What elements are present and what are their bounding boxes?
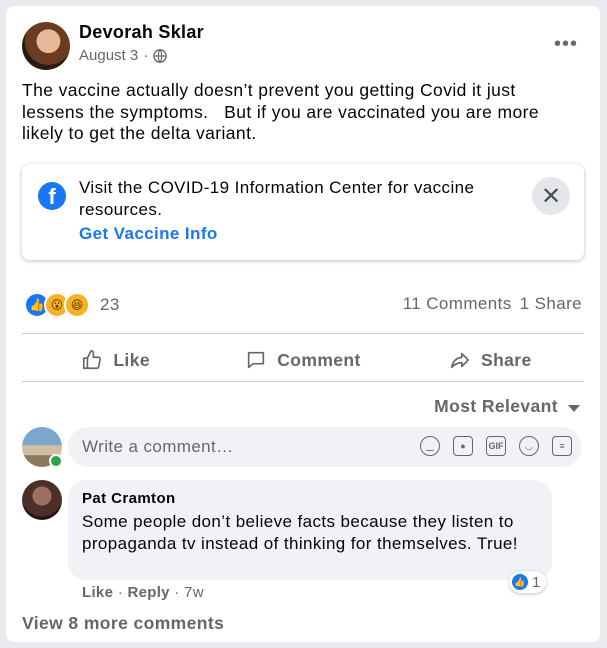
haha-reaction-icon: 😆 bbox=[64, 292, 90, 318]
action-bar: Like Comment Share bbox=[22, 340, 584, 380]
post-meta: August 3 · bbox=[79, 47, 168, 64]
composer-tools: ‿ ● GIF ◡ ≡ bbox=[420, 436, 572, 456]
comment-button[interactable]: Comment bbox=[209, 340, 396, 380]
comment-bubble: Pat Cramton Some people don’t believe fa… bbox=[68, 480, 552, 580]
commenter-name[interactable]: Pat Cramton bbox=[82, 490, 176, 507]
author-avatar[interactable] bbox=[22, 22, 70, 70]
sticker-icon[interactable]: ◡ bbox=[519, 436, 539, 456]
share-label: Share bbox=[481, 349, 532, 370]
divider bbox=[22, 333, 584, 334]
reaction-count[interactable]: 23 bbox=[100, 295, 120, 315]
comment-label: Comment bbox=[277, 349, 361, 370]
reaction-summary[interactable]: 👍 😮 😆 23 bbox=[24, 292, 120, 318]
author-name[interactable]: Devorah Sklar bbox=[79, 22, 204, 43]
post-text: The vaccine actually doesn’t prevent you… bbox=[22, 80, 545, 143]
like-reaction-icon: 👍 bbox=[512, 574, 528, 590]
meta-separator: · bbox=[143, 47, 149, 64]
comment-input[interactable]: Write a comment… ‿ ● GIF ◡ ≡ bbox=[68, 427, 582, 467]
comment-actions: Like · Reply · 7w bbox=[82, 584, 204, 601]
comment-time[interactable]: 7w bbox=[184, 584, 204, 601]
gif-icon[interactable]: GIF bbox=[486, 436, 506, 456]
online-status-icon bbox=[49, 454, 63, 468]
more-dots-icon[interactable]: ••• bbox=[548, 26, 584, 62]
post-stats: 11 Comments 1 Share bbox=[403, 294, 582, 314]
share-button[interactable]: Share bbox=[397, 340, 584, 380]
globe-icon[interactable] bbox=[153, 48, 168, 63]
comment-like-link[interactable]: Like bbox=[82, 584, 113, 601]
avatar-sticker-icon[interactable]: ≡ bbox=[552, 436, 572, 456]
shares-count[interactable]: 1 Share bbox=[520, 294, 582, 314]
view-more-comments-link[interactable]: View 8 more comments bbox=[22, 613, 224, 634]
comment-reaction-badge[interactable]: 👍 1 bbox=[509, 571, 547, 593]
post-date[interactable]: August 3 bbox=[79, 47, 138, 64]
sort-label: Most Relevant bbox=[434, 396, 558, 416]
close-icon[interactable]: ✕ bbox=[532, 177, 570, 215]
like-label: Like bbox=[113, 349, 150, 370]
info-text: Visit the COVID-19 Information Center fo… bbox=[79, 178, 475, 219]
comment-icon bbox=[248, 351, 265, 369]
comment-text: Some people don’t believe facts because … bbox=[82, 512, 518, 553]
comments-count[interactable]: 11 Comments bbox=[403, 294, 512, 314]
comment-reply-link[interactable]: Reply bbox=[127, 584, 169, 601]
divider bbox=[22, 381, 584, 382]
comment-reaction-count: 1 bbox=[532, 573, 541, 591]
share-arrow-icon bbox=[450, 352, 470, 369]
commenter-avatar[interactable] bbox=[22, 480, 62, 520]
comment-sort-dropdown[interactable]: Most Relevant bbox=[434, 396, 580, 417]
caret-down-icon bbox=[568, 404, 580, 412]
dot-separator: · bbox=[174, 584, 185, 601]
camera-icon[interactable]: ● bbox=[453, 436, 473, 456]
covid-info-box: f Visit the COVID-19 Information Center … bbox=[22, 164, 584, 260]
comment-placeholder: Write a comment… bbox=[82, 437, 234, 456]
like-button[interactable]: Like bbox=[22, 340, 209, 380]
dot-separator: · bbox=[117, 584, 128, 601]
get-vaccine-info-link[interactable]: Get Vaccine Info bbox=[79, 224, 218, 244]
facebook-logo-icon: f bbox=[38, 182, 66, 210]
thumbs-up-icon bbox=[83, 350, 102, 370]
emoji-icon[interactable]: ‿ bbox=[420, 436, 440, 456]
post-card: Devorah Sklar August 3 · ••• The vaccine… bbox=[6, 6, 600, 642]
